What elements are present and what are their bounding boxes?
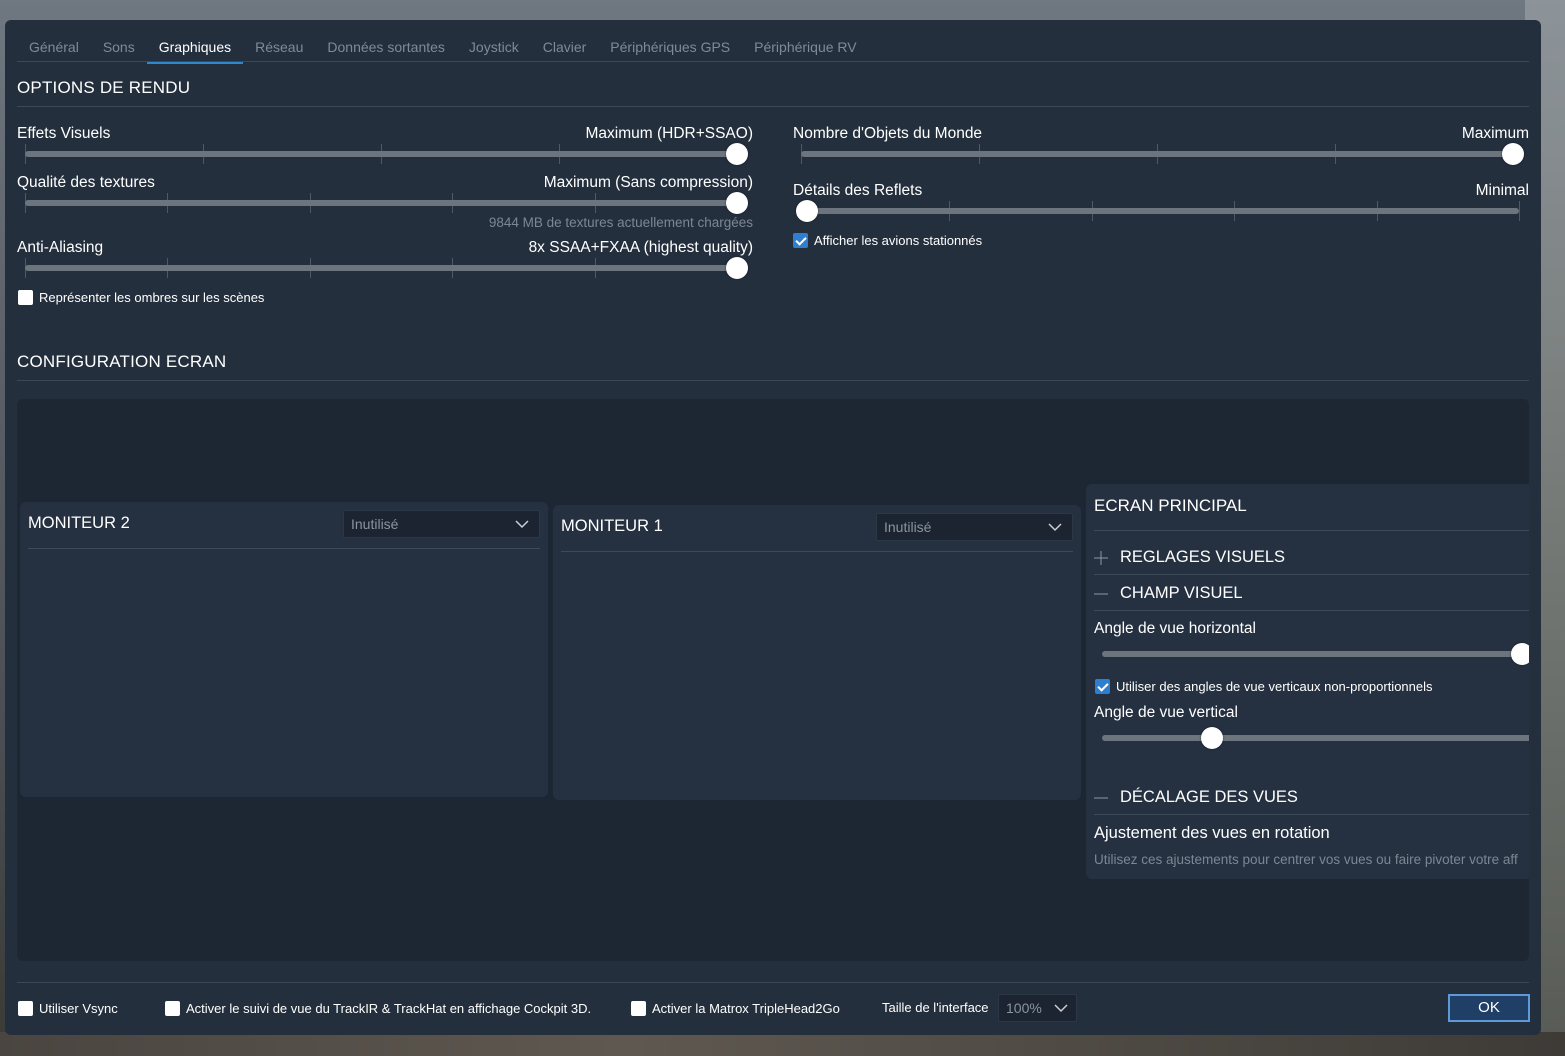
main-screen-divider: [1094, 530, 1529, 531]
settings-dialog: Général Sons Graphiques Réseau Données s…: [5, 20, 1541, 1035]
monitor-2-panel: MONITEUR 2 Inutilisé: [20, 502, 548, 797]
chevron-down-icon: [1054, 1004, 1068, 1013]
monitor-1-select[interactable]: Inutilisé: [876, 513, 1073, 541]
tab-bar: Général Sons Graphiques Réseau Données s…: [17, 36, 869, 64]
trackir-checkbox-label: Activer le suivi de vue du TrackIR & Tra…: [186, 1001, 592, 1016]
shadows-checkbox-label: Représenter les ombres sur les scènes: [39, 290, 265, 305]
slider-tick: [1519, 201, 1520, 221]
tab-data-output[interactable]: Données sortantes: [315, 36, 457, 64]
non-proportional-checkbox-label: Utiliser des angles de vue verticaux non…: [1116, 679, 1433, 694]
anti-aliasing-slider[interactable]: [25, 257, 748, 279]
world-objects-slider[interactable]: [801, 143, 1524, 165]
field-of-view-group[interactable]: CHAMP VISUEL: [1094, 584, 1243, 603]
vsync-checkbox-label: Utiliser Vsync: [39, 1001, 118, 1016]
vsync-option[interactable]: Utiliser Vsync: [18, 1001, 118, 1016]
rotation-adjust-hint: Utilisez ces ajustements pour centrer vo…: [1094, 852, 1518, 867]
visual-settings-group[interactable]: REGLAGES VISUELS: [1094, 548, 1285, 567]
horizontal-angle-label: Angle de vue horizontal: [1094, 620, 1257, 637]
ui-size-label: Taille de l'interface: [882, 1000, 989, 1015]
rotation-adjust-title: Ajustement des vues en rotation: [1094, 824, 1330, 842]
view-offset-group[interactable]: DÉCALAGE DES VUES: [1094, 788, 1298, 807]
horizontal-angle-slider[interactable]: [1102, 643, 1529, 665]
main-screen-title: ECRAN PRINCIPAL: [1094, 496, 1247, 515]
shadows-option[interactable]: Représenter les ombres sur les scènes: [18, 290, 264, 305]
screen-config-area: MONITEUR 2 Inutilisé MONITEUR 1 Inutilis…: [17, 399, 1529, 961]
monitor-1-divider: [561, 551, 1073, 552]
anti-aliasing-slider-thumb[interactable]: [726, 257, 748, 279]
monitor-1-panel: MONITEUR 1 Inutilisé: [553, 505, 1081, 800]
monitor-2-select-value: Inutilisé: [351, 516, 399, 532]
collapse-minus-icon: [1094, 797, 1108, 798]
matrox-option[interactable]: Activer la Matrox TripleHead2Go: [631, 1001, 840, 1016]
monitor-1-select-value: Inutilisé: [884, 519, 932, 535]
texture-quality-slider-thumb[interactable]: [726, 192, 748, 214]
screen-section-title: CONFIGURATION ECRAN: [17, 352, 227, 371]
tab-sounds[interactable]: Sons: [91, 36, 147, 64]
screen-section-divider: [17, 380, 1529, 381]
vertical-angle-slider[interactable]: [1102, 727, 1529, 749]
ui-size-select[interactable]: 100%: [998, 994, 1077, 1022]
texture-quality-value: Maximum (Sans compression): [543, 174, 753, 191]
vsync-checkbox[interactable]: [18, 1001, 33, 1016]
view-offset-label: DÉCALAGE DES VUES: [1120, 788, 1298, 806]
visual-effects-value: Maximum (HDR+SSAO): [585, 125, 753, 142]
monitor-2-select[interactable]: Inutilisé: [343, 510, 540, 538]
visual-effects-label: Effets Visuels: [17, 125, 111, 142]
footer-divider: [17, 982, 1529, 983]
vertical-angle-slider-thumb[interactable]: [1201, 727, 1223, 749]
reflections-value: Minimal: [1475, 182, 1529, 199]
visual-effects-slider-thumb[interactable]: [726, 143, 748, 165]
ok-button[interactable]: OK: [1448, 994, 1530, 1022]
chevron-down-icon: [515, 520, 529, 529]
rendering-section-divider: [17, 106, 1529, 107]
texture-quality-label: Qualité des textures: [17, 174, 155, 191]
parked-aircraft-checkbox[interactable]: [793, 233, 808, 248]
visual-settings-divider: [1094, 574, 1529, 575]
world-objects-slider-thumb[interactable]: [1502, 143, 1524, 165]
view-offset-divider: [1094, 814, 1529, 815]
expand-plus-icon: [1094, 550, 1108, 565]
parked-aircraft-checkbox-label: Afficher les avions stationnés: [814, 233, 983, 248]
vertical-angle-label: Angle de vue vertical: [1094, 704, 1238, 721]
trackir-checkbox[interactable]: [165, 1001, 180, 1016]
anti-aliasing-label: Anti-Aliasing: [17, 239, 104, 256]
texture-quality-slider[interactable]: [25, 192, 748, 214]
matrox-checkbox-label: Activer la Matrox TripleHead2Go: [652, 1001, 840, 1016]
reflections-slider-thumb[interactable]: [796, 200, 818, 222]
texture-memory-hint: 9844 MB de textures actuellement chargée…: [488, 215, 753, 230]
non-proportional-checkbox[interactable]: [1095, 679, 1110, 694]
non-proportional-option[interactable]: Utiliser des angles de vue verticaux non…: [1095, 679, 1433, 694]
tab-divider: [17, 61, 1529, 62]
collapse-minus-icon: [1094, 593, 1108, 594]
visual-settings-label: REGLAGES VISUELS: [1120, 548, 1286, 566]
visual-effects-slider[interactable]: [25, 143, 748, 165]
tab-graphics[interactable]: Graphiques: [146, 36, 244, 64]
tab-network[interactable]: Réseau: [243, 36, 315, 64]
rendering-section-title: OPTIONS DE RENDU: [17, 78, 191, 97]
world-objects-value: Maximum: [1461, 125, 1529, 142]
chevron-down-icon: [1048, 523, 1062, 532]
reflections-slider[interactable]: [796, 200, 1520, 222]
monitor-2-title: MONITEUR 2: [28, 514, 130, 532]
tab-joystick[interactable]: Joystick: [457, 36, 531, 64]
matrox-checkbox[interactable]: [631, 1001, 646, 1016]
monitor-2-divider: [28, 548, 540, 549]
ui-size-value: 100%: [1006, 1000, 1042, 1016]
field-of-view-divider: [1094, 610, 1529, 611]
monitor-1-title: MONITEUR 1: [561, 517, 663, 535]
tab-keyboard[interactable]: Clavier: [531, 36, 599, 64]
anti-aliasing-value: 8x SSAA+FXAA (highest quality): [528, 239, 753, 256]
tab-general[interactable]: Général: [17, 36, 91, 64]
parked-aircraft-option[interactable]: Afficher les avions stationnés: [793, 233, 982, 248]
main-screen-panel: ECRAN PRINCIPAL REGLAGES VISUELS CHAMP V…: [1086, 484, 1529, 879]
shadows-checkbox[interactable]: [18, 290, 33, 305]
reflections-label: Détails des Reflets: [793, 182, 923, 199]
tab-vr-device[interactable]: Périphérique RV: [742, 36, 868, 64]
horizontal-angle-slider-thumb[interactable]: [1511, 643, 1529, 665]
world-objects-label: Nombre d'Objets du Monde: [793, 125, 983, 142]
field-of-view-label: CHAMP VISUEL: [1120, 584, 1243, 602]
tab-gps-devices[interactable]: Périphériques GPS: [598, 36, 742, 64]
trackir-option[interactable]: Activer le suivi de vue du TrackIR & Tra…: [165, 1001, 591, 1016]
background-scenery-bottom: [0, 1032, 1565, 1056]
